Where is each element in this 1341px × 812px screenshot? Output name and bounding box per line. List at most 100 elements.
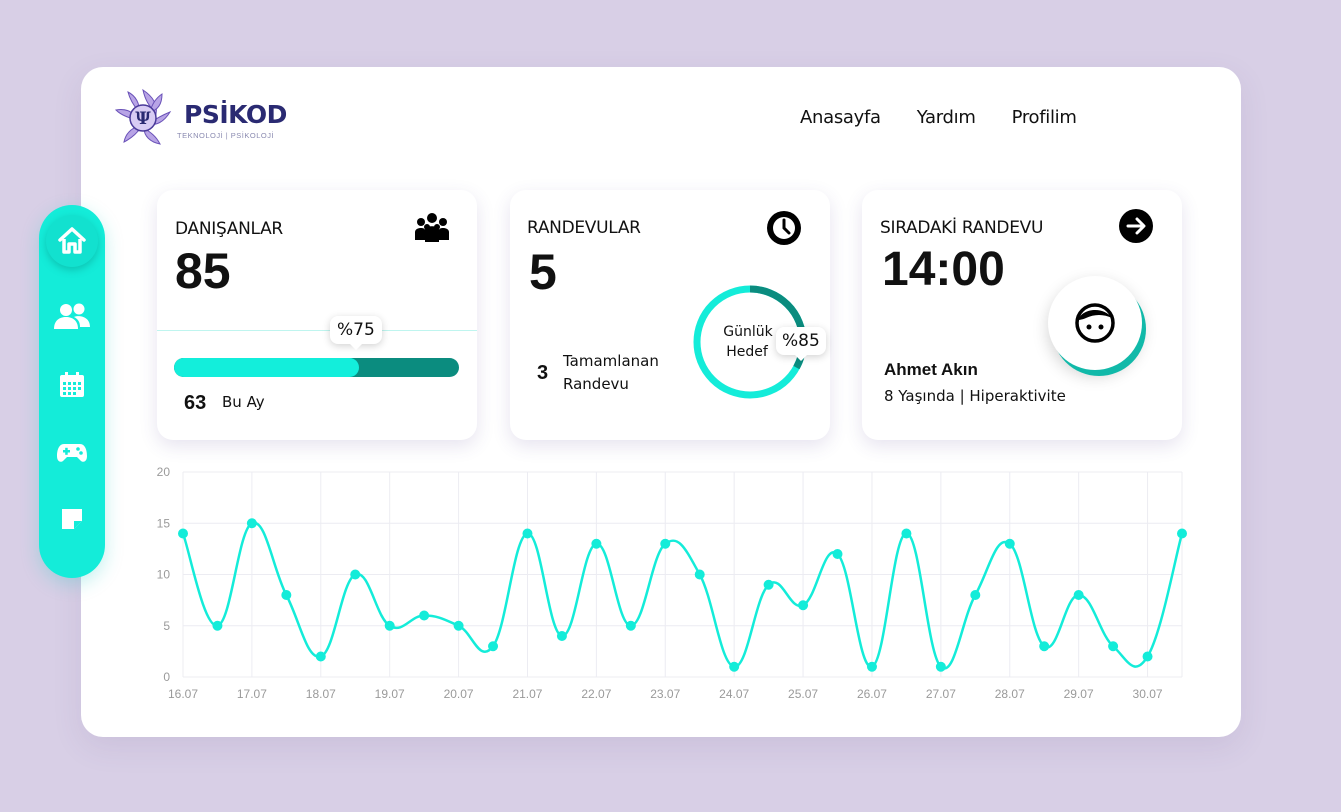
data-point bbox=[866, 661, 877, 672]
patient-avatar[interactable] bbox=[1048, 276, 1142, 370]
this-month-count: 63 bbox=[184, 392, 207, 414]
nav-profile-link[interactable]: Profilim bbox=[1012, 107, 1077, 128]
x-tick-label: 24.07 bbox=[719, 687, 749, 701]
x-tick-label: 30.07 bbox=[1133, 687, 1163, 701]
appointments-count: 5 bbox=[529, 244, 557, 300]
x-tick-label: 26.07 bbox=[857, 687, 887, 701]
completed-count: 3 bbox=[537, 362, 549, 384]
series-line bbox=[181, 521, 1184, 670]
gamepad-icon bbox=[57, 444, 87, 462]
next-appointment-title: SIRADAKİ RANDEVU bbox=[880, 218, 1044, 238]
data-point bbox=[315, 651, 326, 662]
appointments-title: RANDEVULAR bbox=[527, 218, 641, 238]
data-point bbox=[488, 641, 499, 652]
note-icon bbox=[62, 509, 82, 529]
data-point bbox=[384, 620, 395, 631]
clients-progress-fill bbox=[174, 358, 360, 377]
x-tick-label: 19.07 bbox=[375, 687, 405, 701]
data-point bbox=[763, 579, 774, 590]
appointments-card[interactable]: RANDEVULAR 5 3 Tamamlanan Randevu Günlük… bbox=[510, 190, 830, 440]
nav-home-link[interactable]: Anasayfa bbox=[800, 107, 881, 128]
completed-label-line2: Randevu bbox=[563, 375, 629, 393]
data-point bbox=[350, 569, 361, 580]
y-tick-label: 0 bbox=[163, 670, 170, 684]
card-divider bbox=[157, 330, 477, 331]
clients-progress-bar bbox=[174, 358, 459, 377]
top-nav: Anasayfa Yardım Profilim bbox=[800, 107, 1077, 128]
x-tick-label: 27.07 bbox=[926, 687, 956, 701]
data-point bbox=[1108, 641, 1119, 652]
logo-tagline: TEKNOLOJİ | PSİKOLOJİ bbox=[177, 131, 275, 140]
sidebar bbox=[39, 205, 105, 578]
sidebar-item-home[interactable] bbox=[46, 215, 98, 267]
percent-bubble: %75 bbox=[330, 316, 382, 350]
y-tick-label: 15 bbox=[157, 516, 171, 530]
this-month-label: Bu Ay bbox=[222, 393, 265, 411]
x-tick-label: 20.07 bbox=[444, 687, 474, 701]
data-point bbox=[419, 610, 430, 621]
data-point bbox=[901, 528, 912, 539]
sidebar-item-notes[interactable] bbox=[39, 491, 105, 547]
calendar-icon bbox=[60, 372, 84, 397]
data-point bbox=[281, 590, 292, 600]
data-point bbox=[832, 549, 843, 559]
x-tick-label: 28.07 bbox=[995, 687, 1025, 701]
x-tick-label: 23.07 bbox=[650, 687, 680, 701]
child-face-icon bbox=[1075, 303, 1115, 343]
data-point bbox=[694, 569, 705, 580]
psikod-logo-icon: Ψ bbox=[114, 88, 172, 145]
completed-label-line1: Tamamlanan bbox=[563, 352, 659, 370]
svg-text:Ψ: Ψ bbox=[135, 109, 151, 129]
data-point bbox=[729, 661, 740, 672]
nav-help-link[interactable]: Yardım bbox=[917, 107, 976, 128]
goal-label-line1: Günlük bbox=[723, 324, 773, 340]
data-point bbox=[212, 620, 223, 631]
y-tick-label: 5 bbox=[163, 619, 170, 633]
y-tick-label: 20 bbox=[157, 465, 171, 479]
weekly-line-chart: 0 5 10 15 20 16.07 17.07 18.07 19.07 20.07 21.07 22… bbox=[157, 465, 1187, 701]
logo-name: PSİKOD bbox=[184, 100, 287, 129]
patient-info: 8 Yaşında | Hiperaktivite bbox=[884, 387, 1066, 405]
users-icon bbox=[54, 303, 90, 329]
x-tick-label: 18.07 bbox=[306, 687, 336, 701]
x-tick-label: 22.07 bbox=[581, 687, 611, 701]
patient-name: Ahmet Akın bbox=[884, 360, 978, 379]
data-point bbox=[798, 600, 809, 611]
data-point bbox=[246, 518, 257, 529]
clients-title: DANIŞANLAR bbox=[175, 219, 283, 239]
x-tick-label: 29.07 bbox=[1064, 687, 1094, 701]
data-point bbox=[935, 661, 946, 672]
x-tick-label: 21.07 bbox=[512, 687, 542, 701]
y-tick-label: 10 bbox=[157, 568, 171, 582]
data-point bbox=[1004, 538, 1015, 549]
next-appointment-card[interactable]: SIRADAKİ RANDEVU 14:00 Ahmet Akın 8 Yaşı… bbox=[862, 190, 1182, 440]
clients-count: 85 bbox=[175, 243, 231, 299]
sidebar-item-clients[interactable] bbox=[39, 289, 105, 345]
data-point bbox=[522, 528, 533, 539]
data-point bbox=[556, 631, 567, 641]
data-point bbox=[660, 538, 671, 549]
goal-percent-bubble: %85 bbox=[776, 327, 826, 361]
data-point bbox=[453, 620, 464, 631]
goal-label-line2: Hedef bbox=[726, 344, 768, 360]
x-tick-label: 16.07 bbox=[168, 687, 198, 701]
arrow-right-icon[interactable] bbox=[1119, 209, 1153, 243]
data-point bbox=[625, 620, 636, 631]
clock-icon bbox=[767, 211, 801, 245]
next-appointment-time: 14:00 bbox=[882, 243, 1005, 296]
data-point bbox=[1142, 651, 1153, 662]
data-point bbox=[1177, 528, 1187, 539]
logo[interactable]: Ψ PSİKOD TEKNOLOJİ | PSİKOLOJİ bbox=[112, 86, 292, 152]
x-tick-label: 17.07 bbox=[237, 687, 267, 701]
data-point bbox=[970, 590, 981, 600]
data-point bbox=[1073, 590, 1084, 600]
data-point bbox=[178, 528, 188, 539]
clients-card[interactable]: DANIŞANLAR 85 %75 63 Bu Ay bbox=[157, 190, 477, 440]
data-point bbox=[1039, 641, 1050, 652]
data-point bbox=[591, 538, 602, 549]
home-icon bbox=[58, 227, 86, 254]
group-icon bbox=[415, 213, 449, 242]
sidebar-item-calendar[interactable] bbox=[39, 357, 105, 413]
sidebar-item-games[interactable] bbox=[39, 425, 105, 481]
x-tick-label: 25.07 bbox=[788, 687, 818, 701]
